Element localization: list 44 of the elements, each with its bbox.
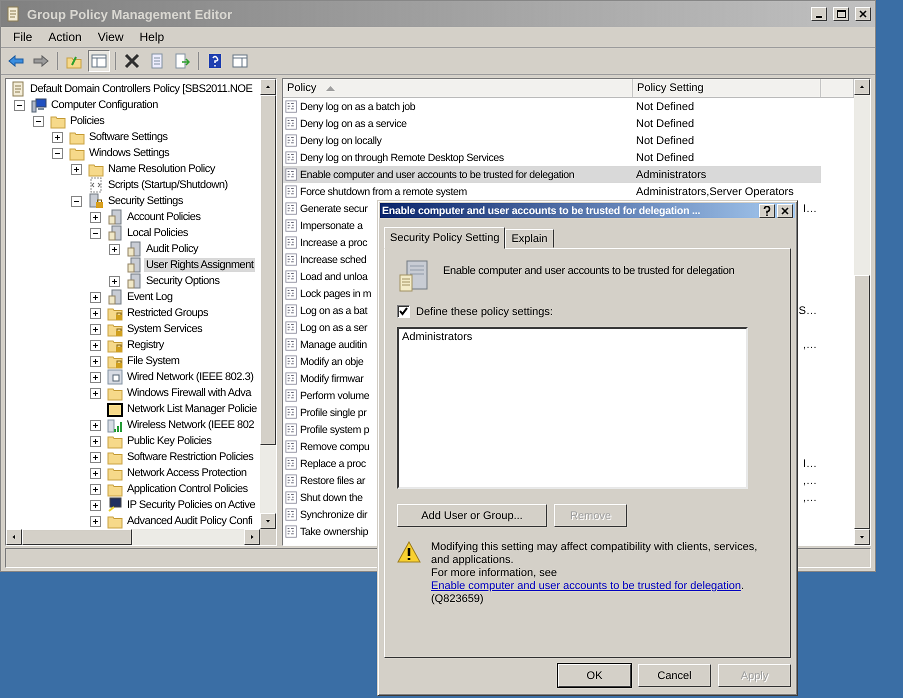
policy-setting: I…: [802, 458, 817, 470]
policy-name: Deny log on locally: [300, 134, 382, 146]
policy-setting: Administrators: [636, 168, 706, 180]
policy-name: Impersonate a: [300, 220, 363, 232]
policy-name: Modify an obje: [300, 356, 364, 368]
policy-setting: I…: [802, 202, 817, 214]
policy-name: Log on as a bat: [300, 304, 368, 316]
window-title: Group Policy Management Editor: [27, 6, 234, 22]
policy-name: Load and unloa: [300, 270, 368, 282]
policy-name: Lock pages in m: [300, 288, 372, 300]
policy-name: Restore files ar: [300, 474, 366, 486]
policy-name: Perform volume: [300, 390, 370, 402]
policy-setting: ,…: [802, 338, 817, 350]
policy-name: Enable computer and user accounts to be trusted for delegation: [300, 168, 574, 180]
policy-setting: Not Defined: [636, 100, 694, 112]
policy-name: Force shutdown from a remote system: [300, 186, 467, 198]
policy-setting: Not Defined: [636, 118, 694, 130]
policy-name: Synchronize dir: [300, 508, 368, 520]
policy-name: Replace a proc: [300, 458, 366, 470]
policy-name: Log on as a ser: [300, 322, 368, 334]
policy-setting: Not Defined: [636, 152, 694, 164]
policy-name: Deny log on as a service: [300, 118, 407, 130]
policy-setting: ,…: [802, 492, 817, 504]
policy-name: Manage auditin: [300, 338, 367, 350]
warning-text: Modifying this setting may affect compatibility with clients, services, and applications.: [431, 541, 758, 567]
policy-name: Increase sched: [300, 254, 366, 266]
policy-name: Modify firmwar: [300, 372, 364, 384]
dialog-title: Enable computer and user accounts to be trusted for delegation ...: [382, 204, 702, 216]
more-info-text: For more information, see Enable computer and user accounts to be trusted for delegation. (Q823659): [431, 567, 746, 606]
policy-name: Deny log on as a batch job: [300, 100, 416, 112]
policy-name: Shut down the: [300, 492, 363, 504]
policy-name: Deny log on through Remote Desktop Services: [300, 152, 504, 164]
policy-name: Remove compu: [300, 440, 370, 452]
policy-name: Profile system p: [300, 424, 370, 436]
policy-name: Generate secur: [300, 202, 368, 214]
policy-setting: Administrators,Server Operators: [636, 186, 794, 198]
policy-name: Profile single pr: [300, 406, 366, 418]
policy-title: Enable computer and user accounts to be trusted for delegation: [443, 264, 734, 277]
policy-setting: ,…: [802, 474, 817, 486]
checkbox-label: Define these policy settings:: [416, 306, 553, 318]
policy-name: Take ownership: [300, 526, 368, 538]
policy-setting: S…: [798, 304, 817, 316]
policy-setting: Not Defined: [636, 134, 694, 146]
policy-name: Increase a proc: [300, 236, 368, 248]
